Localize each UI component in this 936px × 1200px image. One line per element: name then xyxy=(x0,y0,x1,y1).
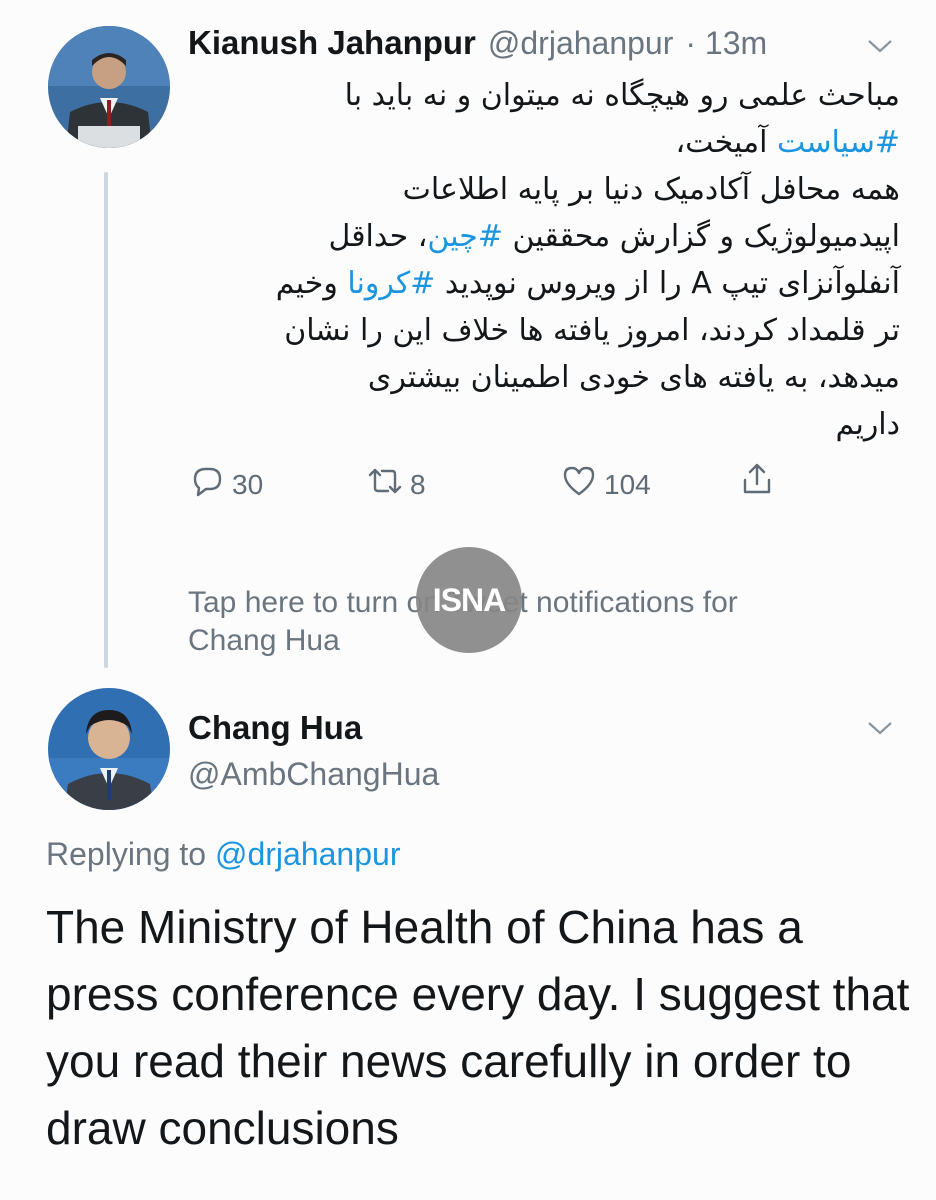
avatar-photo xyxy=(48,688,170,810)
hashtag-link[interactable]: #کرونا xyxy=(347,266,435,301)
body-line: مباحث علمی رو هیچگاه نه میتوان و نه باید… xyxy=(180,72,900,119)
body-line: داریم xyxy=(180,401,901,448)
author-handle[interactable]: @AmbChangHua xyxy=(188,756,439,793)
chevron-down-icon[interactable] xyxy=(866,718,894,738)
retweet-button[interactable]: 8 xyxy=(366,462,426,507)
isna-watermark-logo: ISNA xyxy=(416,547,522,653)
body-text: آنفلوآنزای تیپ A را از ویروس نوپدید xyxy=(435,266,900,301)
watermark-text: ISNA xyxy=(432,581,506,618)
share-button[interactable] xyxy=(738,460,776,505)
replying-handle-link[interactable]: @drjahanpur xyxy=(215,836,400,872)
body-text: ، حداقل xyxy=(328,219,428,254)
tweet2-body: The Ministry of Health of China has a pr… xyxy=(46,901,910,1154)
tweet-timestamp[interactable]: · 13m xyxy=(685,25,767,62)
body-text: اپیدمیولوژیک و گزارش محققین xyxy=(502,219,901,254)
notification-line: Tap here to turn on Tweet notifications … xyxy=(188,586,738,619)
author-handle[interactable]: @drjahanpur xyxy=(488,25,673,62)
notification-line: Chang Hua xyxy=(188,624,340,657)
reply-button[interactable]: 30 xyxy=(188,462,263,507)
tweet1-body: مباحث علمی رو هیچگاه نه میتوان و نه باید… xyxy=(180,72,900,448)
body-line: همه محافل آکادمیک دنیا بر پایه اطلاعات xyxy=(180,166,900,213)
chevron-down-icon[interactable] xyxy=(866,36,894,56)
body-text: همه محافل آکادمیک دنیا بر پایه اطلاعات xyxy=(402,172,900,207)
like-icon xyxy=(560,462,598,507)
author-name[interactable]: Chang Hua xyxy=(188,709,362,747)
thread-connector-line xyxy=(104,172,108,668)
body-text: مباحث علمی رو هیچگاه نه میتوان و نه باید… xyxy=(344,78,900,113)
like-button[interactable]: 104 xyxy=(560,462,651,507)
hashtag-link[interactable]: #چین xyxy=(427,219,503,254)
share-icon xyxy=(738,460,776,505)
body-text: آمیخت، xyxy=(675,125,777,160)
body-line: #سیاست آمیخت، xyxy=(180,119,900,166)
avatar-kianush-jahanpur[interactable] xyxy=(48,26,170,148)
body-line: میدهد، به یافته های خودی اطمینان بیشتری xyxy=(180,354,900,401)
tweet-notifications-prompt[interactable]: Tap here to turn on Tweet notifications … xyxy=(188,584,888,660)
replying-prefix: Replying to xyxy=(46,836,215,872)
body-text: داریم xyxy=(835,407,901,442)
body-text: وخیم xyxy=(275,266,348,301)
replying-to: Replying to @drjahanpur xyxy=(46,836,400,873)
retweet-icon xyxy=(366,462,404,507)
author-name[interactable]: Kianush Jahanpur xyxy=(188,24,476,62)
body-line: تر قلمداد کردند، امروز یافته ها خلاف این… xyxy=(180,307,900,354)
hashtag-link[interactable]: #سیاست xyxy=(777,125,900,160)
retweet-count: 8 xyxy=(410,468,426,500)
avatar-chang-hua[interactable] xyxy=(48,688,170,810)
reply-count: 30 xyxy=(232,468,264,500)
like-count: 104 xyxy=(604,468,651,500)
avatar-photo xyxy=(48,26,170,148)
reply-icon xyxy=(188,462,226,507)
body-line: آنفلوآنزای تیپ A را از ویروس نوپدید #کرو… xyxy=(180,260,900,307)
tweet1-header: Kianush Jahanpur @drjahanpur · 13m xyxy=(188,24,767,62)
body-line: اپیدمیولوژیک و گزارش محققین #چین، حداقل xyxy=(180,213,900,260)
body-text: تر قلمداد کردند، امروز یافته ها خلاف این… xyxy=(284,313,900,348)
body-text: میدهد، به یافته های خودی اطمینان بیشتری xyxy=(367,360,900,395)
